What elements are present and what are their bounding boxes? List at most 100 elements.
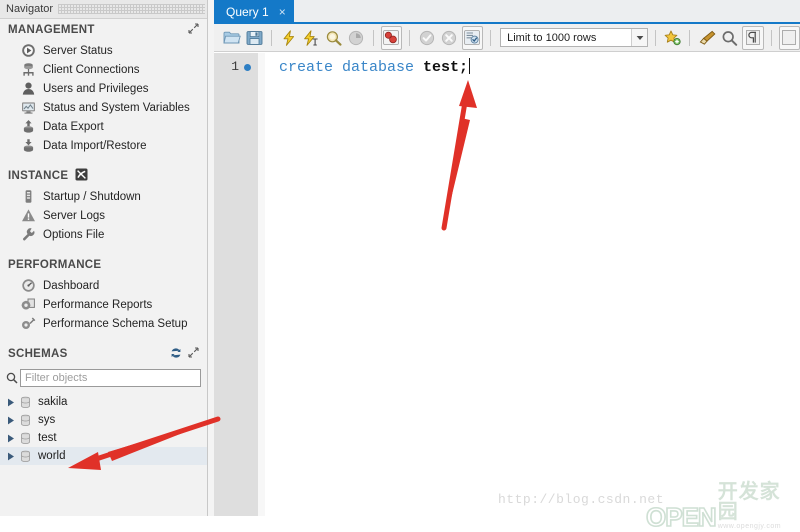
schema-item-sys[interactable]: sys [0, 411, 207, 429]
explain-statement-icon[interactable] [324, 27, 343, 49]
sidebar-item-label: Data Export [43, 120, 104, 133]
schema-filter-row [4, 367, 201, 389]
sidebar-item-startup-shutdown[interactable]: Startup / Shutdown [0, 187, 207, 206]
sidebar-item-label: Dashboard [43, 279, 100, 292]
refresh-icon[interactable] [170, 347, 182, 362]
tab-query-1[interactable]: Query 1 × [214, 0, 294, 24]
sidebar-item-label: Status and System Variables [43, 101, 190, 114]
navigator-header: Navigator [0, 0, 207, 19]
schema-item-world[interactable]: world [0, 447, 207, 465]
sql-keyword: create database [279, 59, 415, 76]
sidebar-item-label: Performance Schema Setup [43, 317, 188, 330]
watermark-logo-site: www.opengjy.com [717, 523, 782, 530]
row-limit-label: Limit to 1000 rows [507, 31, 597, 44]
users-privileges-icon [20, 81, 36, 97]
expand-icon[interactable] [188, 347, 199, 361]
toggle-query-analysis-icon[interactable] [380, 25, 402, 50]
sidebar-item-performance-reports[interactable]: Performance Reports [0, 295, 207, 314]
chevron-right-icon[interactable] [4, 434, 17, 443]
sidebar-item-label: Users and Privileges [43, 82, 149, 95]
navigator-title: Navigator [0, 3, 56, 15]
sidebar-item-status-and-system-variables[interactable]: Status and System Variables [0, 98, 207, 117]
options-file-icon [20, 227, 36, 243]
server-logs-icon [20, 208, 36, 224]
sql-identifier: test; [423, 59, 469, 76]
performance-schema-icon [20, 316, 36, 332]
section-title-instance: INSTANCE [8, 170, 69, 182]
search-input[interactable] [20, 369, 201, 387]
navigator-panel: Navigator MANAGEMENT Server Status Clien… [0, 0, 208, 516]
section-title-management: MANAGEMENT [8, 24, 95, 36]
execute-statement-icon[interactable] [279, 27, 298, 49]
sidebar-item-users-and-privileges[interactable]: Users and Privileges [0, 79, 207, 98]
data-export-icon [20, 119, 36, 135]
database-icon [17, 414, 33, 427]
toolbar-separator [770, 29, 772, 46]
editor-code-area[interactable]: create database test; [265, 53, 800, 516]
section-header-management: MANAGEMENT [0, 19, 207, 41]
text-cursor [469, 58, 471, 74]
schema-label: world [38, 450, 66, 462]
client-connections-icon [20, 62, 36, 78]
chevron-right-icon[interactable] [4, 416, 17, 425]
row-limit-select[interactable]: Limit to 1000 rows [500, 28, 649, 47]
autocommit-icon[interactable] [461, 25, 484, 50]
expand-icon[interactable] [188, 23, 199, 37]
schema-item-sakila[interactable]: sakila [0, 393, 207, 411]
toolbar-separator [408, 29, 410, 46]
close-icon[interactable]: × [279, 6, 286, 18]
section-header-performance: PERFORMANCE [0, 254, 207, 276]
navigator-grip [58, 4, 205, 14]
stop-execution-icon[interactable] [346, 27, 365, 49]
toggle-invisible-chars-icon[interactable] [742, 25, 764, 50]
schema-label: test [38, 432, 57, 444]
schema-item-test[interactable]: test [0, 429, 207, 447]
sidebar-item-label: Performance Reports [43, 298, 153, 311]
toolbar-separator [372, 29, 374, 46]
sidebar-item-label: Startup / Shutdown [43, 190, 141, 203]
toolbar-separator [655, 29, 656, 46]
sidebar-item-dashboard[interactable]: Dashboard [0, 276, 207, 295]
toolbar-separator [689, 29, 691, 46]
dashboard-icon [20, 278, 36, 294]
status-variables-icon [20, 100, 36, 116]
section-title-performance: PERFORMANCE [8, 259, 102, 271]
line-number: 1 [231, 59, 239, 74]
commit-icon[interactable] [417, 27, 436, 49]
rollback-icon[interactable] [439, 27, 458, 49]
chevron-down-icon[interactable] [631, 29, 648, 46]
editor-tabstrip: Query 1 × [214, 0, 800, 24]
sql-editor[interactable]: 1 create database test; [214, 53, 800, 516]
sidebar-item-server-status[interactable]: Server Status [0, 41, 207, 60]
startup-shutdown-icon [20, 189, 36, 205]
section-header-schemas: SCHEMAS [0, 343, 207, 365]
toolbar-separator [490, 29, 492, 46]
query-area: Query 1 × Limit to 1000 rows 1 create da… [214, 0, 800, 516]
performance-reports-icon [20, 297, 36, 313]
sidebar-item-client-connections[interactable]: Client Connections [0, 60, 207, 79]
open-script-icon[interactable] [222, 27, 241, 49]
chevron-right-icon[interactable] [4, 398, 17, 407]
chevron-right-icon[interactable] [4, 452, 17, 461]
sidebar-item-label: Data Import/Restore [43, 139, 147, 152]
save-script-icon[interactable] [244, 27, 263, 49]
search-icon [4, 372, 20, 384]
sidebar-item-performance-schema-setup[interactable]: Performance Schema Setup [0, 314, 207, 333]
add-snippet-icon[interactable] [663, 27, 682, 49]
query-toolbar: Limit to 1000 rows [214, 24, 800, 52]
section-title-schemas: SCHEMAS [8, 348, 68, 360]
sidebar-item-options-file[interactable]: Options File [0, 225, 207, 244]
beautify-query-icon[interactable] [697, 27, 716, 49]
sidebar-item-data-export[interactable]: Data Export [0, 117, 207, 136]
line-marker-icon [244, 64, 251, 71]
wrap-lines-icon[interactable] [778, 25, 800, 50]
sidebar-item-label: Client Connections [43, 63, 140, 76]
find-icon[interactable] [720, 27, 739, 49]
execute-current-statement-icon[interactable] [301, 27, 320, 49]
sidebar-item-data-import-restore[interactable]: Data Import/Restore [0, 136, 207, 155]
data-import-icon [20, 138, 36, 154]
sidebar-item-server-logs[interactable]: Server Logs [0, 206, 207, 225]
database-icon [17, 450, 33, 463]
editor-gutter-edge [258, 53, 265, 516]
sidebar-item-label: Server Logs [43, 209, 106, 222]
